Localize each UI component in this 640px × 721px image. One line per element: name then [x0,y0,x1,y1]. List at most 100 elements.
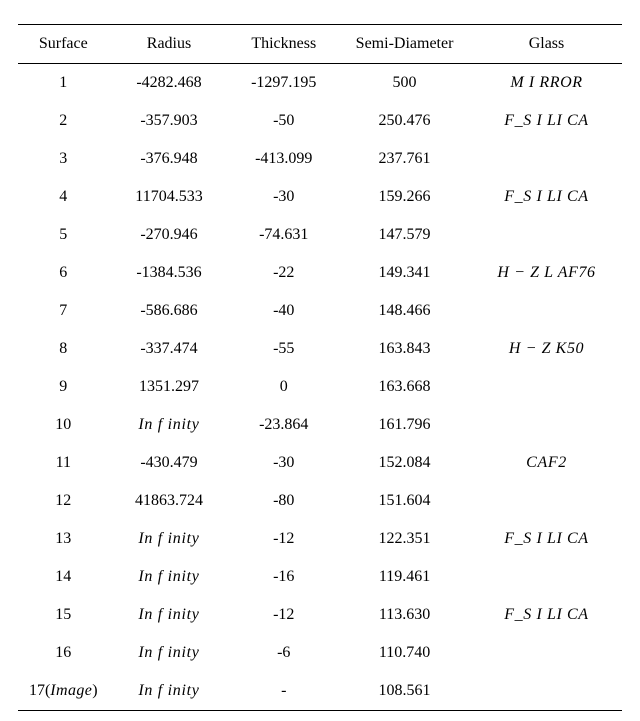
cell-radius: 11704.533 [109,178,230,216]
cell-surface: 12 [18,482,109,520]
optical-design-table: Surface Radius Thickness Semi-Diameter G… [18,24,622,711]
cell-radius: -586.686 [109,292,230,330]
table-row: 8-337.474-55163.843H − Z K50 [18,330,622,368]
cell-glass [471,368,622,406]
cell-semidiameter: 149.341 [338,254,471,292]
cell-thickness: -30 [229,444,338,482]
table-row: 11-430.479-30152.084CAF2 [18,444,622,482]
cell-thickness: -6 [229,634,338,672]
cell-glass [471,482,622,520]
cell-radius: In f inity [109,520,230,558]
cell-semidiameter: 159.266 [338,178,471,216]
cell-radius: In f inity [109,406,230,444]
cell-semidiameter: 113.630 [338,596,471,634]
cell-semidiameter: 122.351 [338,520,471,558]
cell-semidiameter: 152.084 [338,444,471,482]
table-row: 1-4282.468-1297.195500M I RROR [18,64,622,103]
table-row: 6-1384.536-22149.341H − Z L AF76 [18,254,622,292]
cell-semidiameter: 151.604 [338,482,471,520]
cell-semidiameter: 163.668 [338,368,471,406]
cell-surface: 10 [18,406,109,444]
cell-thickness: -22 [229,254,338,292]
cell-semidiameter: 161.796 [338,406,471,444]
table-row: 1241863.724-80151.604 [18,482,622,520]
cell-glass: H − Z L AF76 [471,254,622,292]
cell-thickness: 0 [229,368,338,406]
cell-glass: M I RROR [471,64,622,103]
cell-surface: 8 [18,330,109,368]
cell-surface: 7 [18,292,109,330]
cell-glass [471,558,622,596]
cell-glass: F_S I LI CA [471,178,622,216]
table-row: 7-586.686-40148.466 [18,292,622,330]
cell-surface: 4 [18,178,109,216]
cell-surface: 14 [18,558,109,596]
cell-surface: 11 [18,444,109,482]
cell-thickness: -23.864 [229,406,338,444]
table-header-row: Surface Radius Thickness Semi-Diameter G… [18,25,622,64]
cell-radius: -4282.468 [109,64,230,103]
cell-glass [471,140,622,178]
table-row: 13In f inity-12122.351F_S I LI CA [18,520,622,558]
cell-radius: -270.946 [109,216,230,254]
header-surface: Surface [18,25,109,64]
cell-surface: 5 [18,216,109,254]
cell-glass: CAF2 [471,444,622,482]
cell-glass [471,634,622,672]
cell-surface: 16 [18,634,109,672]
cell-radius: 41863.724 [109,482,230,520]
cell-glass [471,406,622,444]
cell-thickness: -1297.195 [229,64,338,103]
cell-semidiameter: 148.466 [338,292,471,330]
cell-surface: 15 [18,596,109,634]
cell-radius: 1351.297 [109,368,230,406]
cell-semidiameter: 119.461 [338,558,471,596]
cell-surface: 13 [18,520,109,558]
cell-thickness: -40 [229,292,338,330]
cell-semidiameter: 110.740 [338,634,471,672]
header-glass: Glass [471,25,622,64]
cell-surface: 1 [18,64,109,103]
table-row: 15In f inity-12113.630F_S I LI CA [18,596,622,634]
header-radius: Radius [109,25,230,64]
table-row: 10In f inity-23.864161.796 [18,406,622,444]
cell-thickness: -413.099 [229,140,338,178]
table-row: 16In f inity-6110.740 [18,634,622,672]
table-row: 411704.533-30159.266F_S I LI CA [18,178,622,216]
cell-surface: 3 [18,140,109,178]
cell-thickness: -16 [229,558,338,596]
cell-surface: 6 [18,254,109,292]
cell-radius: -376.948 [109,140,230,178]
cell-thickness: -74.631 [229,216,338,254]
cell-glass: F_S I LI CA [471,520,622,558]
cell-glass: F_S I LI CA [471,596,622,634]
cell-glass [471,216,622,254]
cell-thickness: -12 [229,596,338,634]
cell-glass: F_S I LI CA [471,102,622,140]
cell-thickness: -12 [229,520,338,558]
cell-semidiameter: 500 [338,64,471,103]
header-semidiameter: Semi-Diameter [338,25,471,64]
cell-radius: -357.903 [109,102,230,140]
table-container: Surface Radius Thickness Semi-Diameter G… [0,0,640,721]
cell-radius: In f inity [109,596,230,634]
cell-surface: 2 [18,102,109,140]
cell-thickness: -30 [229,178,338,216]
cell-semidiameter: 237.761 [338,140,471,178]
table-row: 2-357.903-50250.476F_S I LI CA [18,102,622,140]
table-row: 5-270.946-74.631147.579 [18,216,622,254]
table-row: 14In f inity-16119.461 [18,558,622,596]
cell-glass: H − Z K50 [471,330,622,368]
cell-thickness: -55 [229,330,338,368]
cell-radius: -1384.536 [109,254,230,292]
cell-semidiameter: 163.843 [338,330,471,368]
cell-surface: 9 [18,368,109,406]
cell-thickness: -80 [229,482,338,520]
cell-radius: In f inity [109,634,230,672]
header-thickness: Thickness [229,25,338,64]
cell-semidiameter: 250.476 [338,102,471,140]
cell-radius: In f inity [109,558,230,596]
cell-radius: -430.479 [109,444,230,482]
cell-radius: -337.474 [109,330,230,368]
cell-semidiameter: 147.579 [338,216,471,254]
